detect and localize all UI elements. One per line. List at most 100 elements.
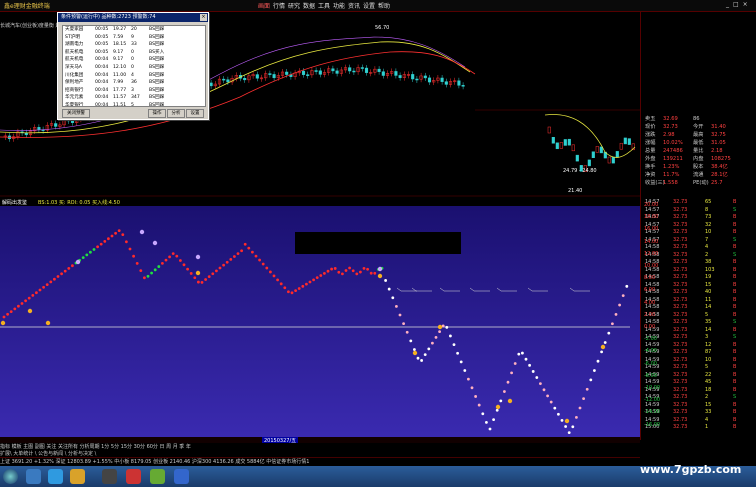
candle xyxy=(54,123,58,127)
trade-cell: 32.73 xyxy=(673,244,688,250)
dialog-close-icon[interactable]: × xyxy=(200,14,207,21)
trade-row: 14:58 32.73 5 B xyxy=(645,312,741,319)
indicator-dot xyxy=(99,242,103,246)
alert-row[interactable]: 招商银行 00:04 17.77 3 BS回踩 xyxy=(63,87,205,95)
alert-cell: 00:05 xyxy=(95,49,109,55)
alert-row[interactable]: 航天机电 00:05 9.17 0 BS买入 xyxy=(63,49,205,57)
menu-item-functions[interactable]: 功能 xyxy=(333,1,348,10)
menu-item-settings[interactable]: 设置 xyxy=(363,1,378,10)
alert-row[interactable]: 深天马A 00:04 12.10 0 BS回踩 xyxy=(63,64,205,72)
menu-item-news[interactable]: 资讯 xyxy=(348,1,363,10)
trade-row: 14:58 32.73 4 B xyxy=(645,244,741,251)
indicator-dot xyxy=(279,282,283,286)
app3-icon[interactable] xyxy=(174,469,189,484)
alert-dialog[interactable]: 条件预警(运行中) 品种数:2723 预警数:74 × 天夏家园 00:05 19.… xyxy=(57,12,209,120)
app-icon[interactable] xyxy=(102,469,117,484)
dialog-title[interactable]: 条件预警(运行中) 品种数:2723 预警数:74 xyxy=(58,13,208,22)
alert-row[interactable]: 航天机电 00:04 9.17 0 BS回踩 xyxy=(63,56,205,64)
app2-icon[interactable] xyxy=(150,469,165,484)
indicator-dot xyxy=(45,320,51,326)
candle xyxy=(559,142,563,149)
menu-item-data[interactable]: 数据 xyxy=(303,1,318,10)
indicator-dot xyxy=(152,240,158,246)
trade-cell: 32.73 xyxy=(673,334,688,340)
maximize-button[interactable]: □ xyxy=(733,1,739,8)
trade-cell: 32.73 xyxy=(673,379,688,385)
alert-row[interactable]: 川化集团 00:04 11.00 4 BS回踩 xyxy=(63,72,205,80)
trade-cell: B xyxy=(733,281,737,288)
indicator-dot xyxy=(492,418,495,422)
indicator-dot xyxy=(272,274,276,278)
indicator-dot xyxy=(17,304,20,308)
quote-cell: 量比 xyxy=(693,148,704,154)
trade-row: 14:58 32.73 11 B xyxy=(645,297,741,304)
settings-button[interactable]: 设置 xyxy=(186,109,204,118)
browser-icon[interactable] xyxy=(48,469,63,484)
explorer-icon[interactable] xyxy=(26,469,41,484)
operate-button[interactable]: 操作 xyxy=(148,109,166,118)
indicator-dot xyxy=(195,254,201,260)
quote-cell: 1.558 xyxy=(663,180,678,186)
alert-cell: 12.10 xyxy=(113,64,127,70)
quote-cell: 收益(三) xyxy=(645,180,665,186)
alert-row[interactable]: 湖南电力 00:05 18.15 33 BS回踩 xyxy=(63,41,205,49)
indicator-dot xyxy=(513,362,517,365)
indicator-dot xyxy=(128,247,132,251)
indicator-dot xyxy=(467,377,470,381)
axis-tick-label: -12.00 xyxy=(644,397,661,404)
alert-cell: 航天机电 xyxy=(65,49,84,55)
indicator-tabs[interactable]: 指标 模板 主图 副图 关注 关注所有 分析周期 1分 5分 15分 30分 6… xyxy=(0,443,640,450)
close-button[interactable]: × xyxy=(743,1,748,8)
trade-cell: 32.73 xyxy=(673,236,688,243)
alert-row[interactable]: ST沪明 00:05 7.59 9 BS回踩 xyxy=(63,34,205,42)
axis-tick-label: 0.00 xyxy=(644,324,656,330)
close-alert-button[interactable]: 关闭预警 xyxy=(62,109,90,118)
indicator-dot xyxy=(301,284,305,288)
menu-item-view[interactable]: 画面 xyxy=(258,1,273,10)
trading-app-icon[interactable] xyxy=(126,469,141,484)
alert-cell: 华夏银行 xyxy=(65,102,84,107)
menu-item-tools[interactable]: 工具 xyxy=(318,1,333,10)
trade-cell: 7 xyxy=(705,236,709,243)
alert-list[interactable]: 天夏家园 00:05 19.27 20 BS回踩 ST沪明 00:05 7.59 9 BS回踩 湖南… xyxy=(62,25,206,107)
alert-cell: 00:05 xyxy=(95,42,109,48)
trade-cell: B xyxy=(733,409,737,415)
extension-tabs[interactable]: 扩展\ 大单统计 \ 公告与新闻 \ 分析与决定 \ xyxy=(0,450,640,457)
alert-row[interactable]: 华元元素 00:04 11.57 347 BS回踩 xyxy=(63,94,205,102)
indicator-dot xyxy=(362,266,366,270)
trade-cell: 32.73 xyxy=(673,214,688,220)
indicator-dot xyxy=(434,336,438,339)
menu-item-research[interactable]: 研究 xyxy=(288,1,303,10)
alert-cell: BS回踩 xyxy=(149,95,165,101)
trade-cell: 32.73 xyxy=(673,349,688,355)
trade-cell: 45 xyxy=(705,379,712,385)
indicator-dot xyxy=(9,310,13,313)
alert-row[interactable]: 华夏银行 00:04 11.51 5 BS回踩 xyxy=(63,102,205,107)
start-icon[interactable] xyxy=(3,469,18,484)
indicator-dot xyxy=(474,395,477,398)
indicator-dot xyxy=(449,334,452,338)
trade-cell: 5 xyxy=(705,364,709,370)
minimize-button[interactable]: _ xyxy=(726,1,729,8)
alert-row[interactable]: 天夏家园 00:05 19.27 20 BS回踩 xyxy=(63,26,205,34)
axis-tick-label: -10.00 xyxy=(644,385,661,391)
analyze-button[interactable]: 分析 xyxy=(167,109,185,118)
indicator-dot xyxy=(297,287,301,290)
axis-tick-label: 8.00 xyxy=(644,275,656,282)
axis-tick-label: 18.00 xyxy=(644,214,659,221)
trade-cell: 32.73 xyxy=(673,221,688,228)
indicator-dot xyxy=(182,263,186,267)
menu-item-quotes[interactable]: 行情 xyxy=(273,1,288,10)
candle xyxy=(226,79,230,83)
menu-item-help[interactable]: 帮助 xyxy=(378,1,393,10)
alert-cell: BS回踩 xyxy=(149,27,165,32)
alert-row[interactable]: 保利地产 00:04 7.99 36 BS回踩 xyxy=(63,79,205,87)
folder-icon[interactable] xyxy=(70,469,85,484)
alert-cell: 11.00 xyxy=(113,72,127,78)
indicator-dot xyxy=(164,258,168,262)
indicator-dot xyxy=(420,359,423,362)
quote-row: 外盘 139211 内盘 108275 xyxy=(645,155,741,162)
indicator-dot xyxy=(553,406,557,410)
candle xyxy=(563,139,567,146)
trade-row: 14:58 32.73 38 B xyxy=(645,259,741,266)
